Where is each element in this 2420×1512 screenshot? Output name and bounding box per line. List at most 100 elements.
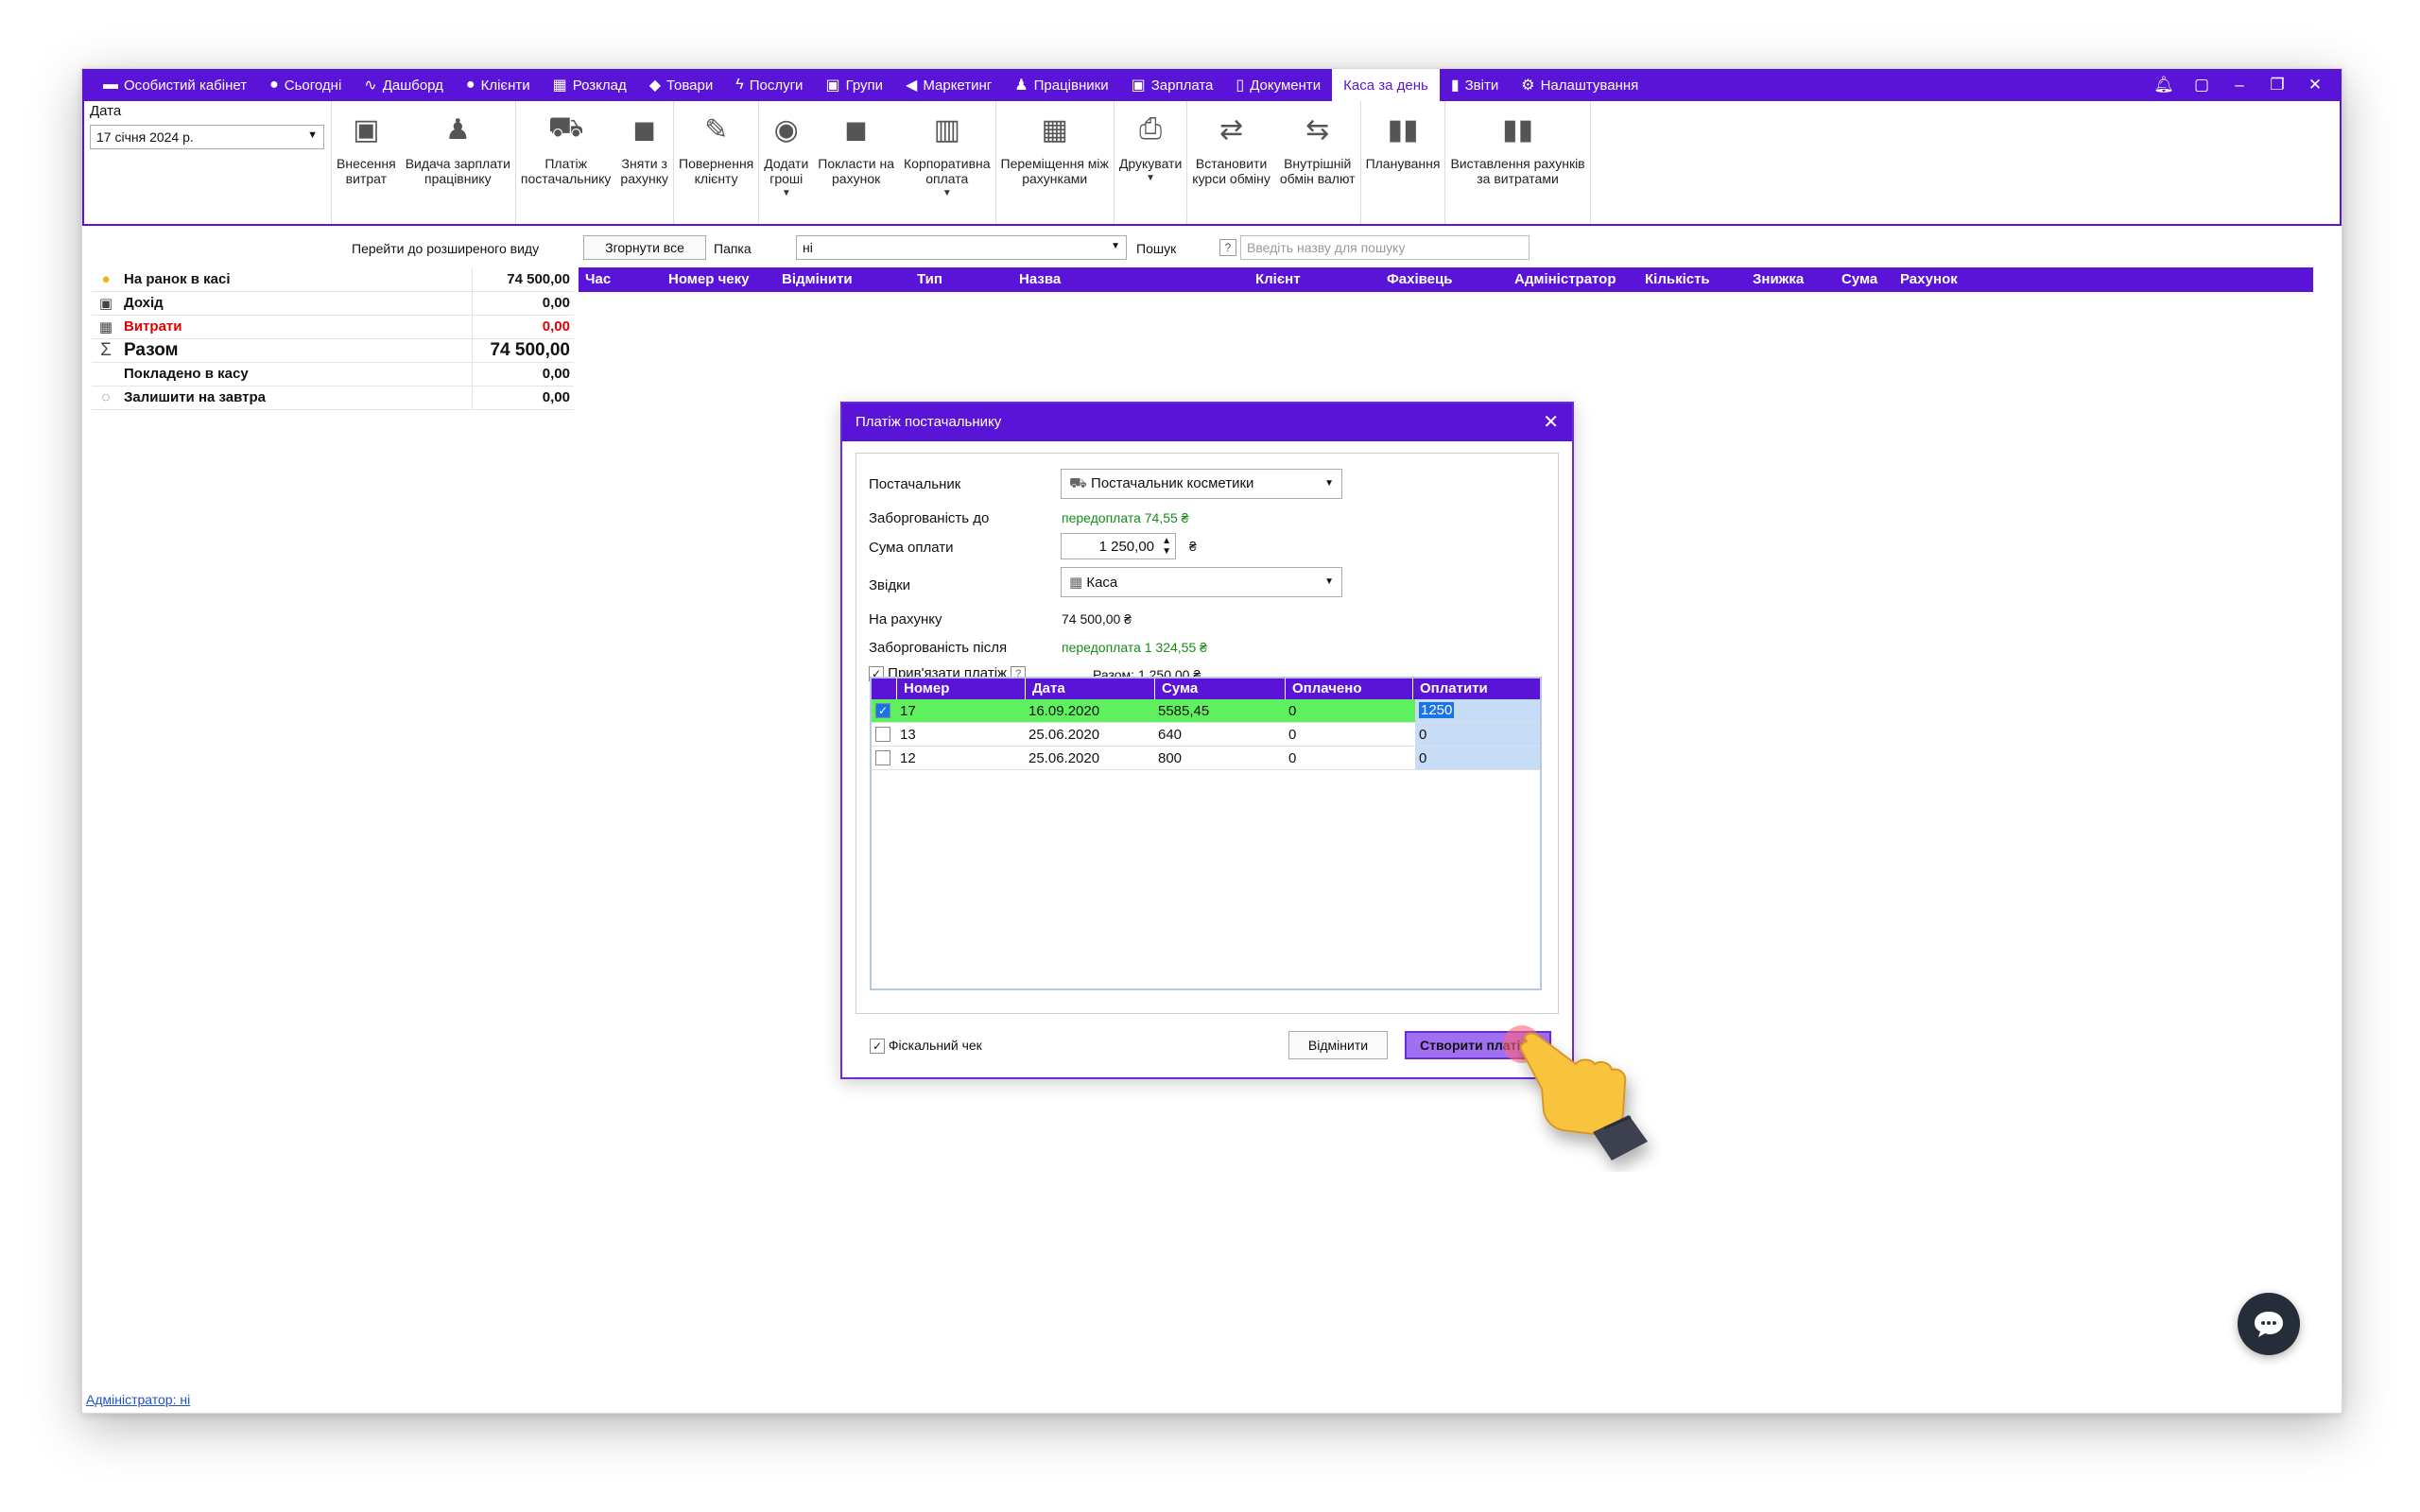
column-header[interactable]: Фахівець xyxy=(1387,271,1452,287)
nav-item-5[interactable]: ◆ Товари xyxy=(638,69,725,101)
invoice-checkbox[interactable] xyxy=(875,727,890,742)
invoice-row[interactable]: 12 25.06.2020 800 0 0 xyxy=(872,747,1540,770)
chevron-down-icon[interactable]: ▼ xyxy=(942,188,952,198)
administrator-link[interactable]: Адміністратор: ні xyxy=(86,1392,190,1407)
on-account-value: 74 500,00 ₴ xyxy=(1062,611,1132,627)
column-header[interactable]: Знижка xyxy=(1753,271,1804,287)
calculator-icon: ▦ xyxy=(1041,113,1068,146)
invoice-cell-number: 12 xyxy=(900,750,916,766)
folder-value: ні xyxy=(803,240,813,255)
folder-label: Папка xyxy=(714,241,752,256)
nav-item-13[interactable]: ▮ Звіти xyxy=(1440,69,1510,101)
nav-item-11[interactable]: ▯ Документи xyxy=(1224,69,1332,101)
nav-item-12[interactable]: Каса за день xyxy=(1332,69,1440,101)
nav-item-1[interactable]: ● Сьогодні xyxy=(258,69,353,101)
invoice-checkbox[interactable] xyxy=(875,750,890,765)
ribbon-button[interactable]: ♟ Видача зарплати працівнику xyxy=(401,101,515,224)
invoice-row[interactable]: ✓ 17 16.09.2020 5585,45 0 1250 xyxy=(872,699,1540,723)
close-icon[interactable]: ✕ xyxy=(1543,410,1559,434)
nav-item-6[interactable]: ϟ Послуги xyxy=(724,69,814,101)
invoice-pay-cell[interactable]: 0 xyxy=(1415,747,1540,769)
column-header[interactable]: Кількість xyxy=(1645,271,1710,287)
nav-item-14[interactable]: ⚙ Налаштування xyxy=(1510,69,1650,101)
collapse-all-button[interactable]: Згорнути все xyxy=(583,235,706,260)
invoice-column-header[interactable]: Дата xyxy=(1032,680,1065,696)
amount-spinner[interactable]: 1 250,00 ▲ ▼ xyxy=(1061,533,1176,559)
column-header[interactable]: Назва xyxy=(1019,271,1061,287)
invoice-cell-date: 16.09.2020 xyxy=(1028,703,1100,719)
ribbon-button[interactable]: ✎ Повернення клієнту xyxy=(674,101,758,224)
invoice-checkbox[interactable]: ✓ xyxy=(875,703,890,718)
ribbon-button-label: Повернення клієнту xyxy=(679,156,754,186)
column-header[interactable]: Номер чеку xyxy=(668,271,749,287)
chevron-down-icon[interactable]: ▼ xyxy=(1146,173,1155,183)
ribbon: Дата 17 січня 2024 р. ▼ ▣ Внесення витрат… xyxy=(82,101,2342,226)
ribbon-button[interactable]: ⎙ Друкувати ▼ xyxy=(1115,101,1186,224)
spinner-arrows-icon[interactable]: ▲ ▼ xyxy=(1162,536,1171,557)
fiscal-receipt-checkbox[interactable]: ✓ xyxy=(870,1039,885,1055)
folder-select[interactable]: ні ▼ xyxy=(796,235,1127,260)
summary-label: На ранок в касі xyxy=(120,267,472,292)
nav-item-2[interactable]: ∿ Дашборд xyxy=(353,69,455,101)
invoice-row[interactable]: 13 25.06.2020 640 0 0 xyxy=(872,723,1540,747)
column-header[interactable]: Клієнт xyxy=(1255,271,1301,287)
column-header[interactable]: Сума xyxy=(1841,271,1877,287)
ribbon-button-label: Друкувати xyxy=(1118,156,1183,171)
user-circle-icon: ● xyxy=(465,77,475,93)
invoice-cell-number: 17 xyxy=(900,703,916,719)
search-input[interactable]: Введіть назву для пошуку xyxy=(1240,235,1530,260)
nav-item-4[interactable]: ▦ Розклад xyxy=(542,69,638,101)
cancel-button[interactable]: Відмінити xyxy=(1288,1031,1388,1059)
column-header[interactable]: Відмінити xyxy=(782,271,853,287)
clock-icon: ● xyxy=(269,77,279,93)
pulse-icon: ∿ xyxy=(364,77,377,94)
invoice-column-header[interactable]: Номер xyxy=(904,680,949,696)
ribbon-button-label: Переміщення між рахунками xyxy=(1000,156,1109,186)
ribbon-button[interactable]: ◉ Додати гроші ▼ xyxy=(759,101,813,224)
column-header[interactable]: Адміністратор xyxy=(1514,271,1616,287)
nav-item-7[interactable]: ▣ Групи xyxy=(814,69,894,101)
invoice-cell-number: 13 xyxy=(900,727,916,743)
ribbon-button[interactable]: ◼ Покласти на рахунок xyxy=(813,101,899,224)
chat-button[interactable] xyxy=(2238,1293,2300,1355)
invoice-pay-cell[interactable]: 0 xyxy=(1415,723,1540,746)
planning-icon: ▮▮ xyxy=(1387,113,1419,146)
close-icon[interactable]: ✕ xyxy=(2296,76,2334,94)
nav-item-label: Групи xyxy=(845,77,884,94)
truck-icon: ⛟ xyxy=(1069,475,1092,491)
nav-item-0[interactable]: ▬ Особистий кабінет xyxy=(92,69,258,101)
help-icon[interactable]: ? xyxy=(1219,239,1236,256)
advanced-view-link[interactable]: Перейти до розширеного виду xyxy=(352,241,539,256)
ribbon-button[interactable]: ▥ Корпоративна оплата ▼ xyxy=(899,101,995,224)
lock-icon[interactable]: ▢ xyxy=(2183,76,2221,94)
minimize-icon[interactable]: – xyxy=(2221,76,2258,94)
bell-icon[interactable]: 🔔︎ xyxy=(2145,76,2183,94)
ribbon-button[interactable]: ⇆ Внутрішній обмін валют xyxy=(1275,101,1360,224)
invoice-pay-cell[interactable]: 1250 xyxy=(1415,699,1540,722)
invoice-column-header[interactable]: Оплачено xyxy=(1292,680,1362,696)
column-header[interactable]: Рахунок xyxy=(1900,271,1958,287)
ribbon-button[interactable]: ▮▮ Виставлення рахунків за витратами xyxy=(1445,101,1589,224)
restore-icon[interactable]: ❐ xyxy=(2258,76,2296,94)
ribbon-button[interactable]: ⇄ Встановити курси обміну xyxy=(1187,101,1275,224)
summary-row: ◌ Залишити на завтра 0,00 xyxy=(92,386,574,410)
megaphone-icon: ◀ xyxy=(906,77,918,94)
date-picker[interactable]: 17 січня 2024 р. ▼ xyxy=(90,125,324,149)
invoice-column-header[interactable]: Оплатити xyxy=(1420,680,1488,696)
nav-item-3[interactable]: ● Клієнти xyxy=(455,69,542,101)
ribbon-button[interactable]: ◼ Зняти з рахунку xyxy=(615,101,673,224)
nav-item-9[interactable]: ♟ Працівники xyxy=(1003,69,1119,101)
ribbon-button[interactable]: ▮▮ Планування xyxy=(1361,101,1445,224)
supplier-select[interactable]: ⛟ Постачальник косметики ▼ xyxy=(1061,469,1342,499)
ribbon-button[interactable]: ▦ Переміщення між рахунками xyxy=(996,101,1114,224)
source-select[interactable]: ▦ Каса ▼ xyxy=(1061,567,1342,597)
summary-label: Разом xyxy=(120,338,472,363)
chevron-down-icon[interactable]: ▼ xyxy=(782,188,791,198)
column-header[interactable]: Тип xyxy=(917,271,942,287)
nav-item-10[interactable]: ▣ Зарплата xyxy=(1120,69,1225,101)
column-header[interactable]: Час xyxy=(585,271,611,287)
ribbon-button[interactable]: ▣ Внесення витрат xyxy=(332,101,401,224)
invoice-column-header[interactable]: Сума xyxy=(1162,680,1198,696)
ribbon-button[interactable]: ⛟ Платіж постачальнику xyxy=(516,101,615,224)
nav-item-8[interactable]: ◀ Маркетинг xyxy=(894,69,1003,101)
